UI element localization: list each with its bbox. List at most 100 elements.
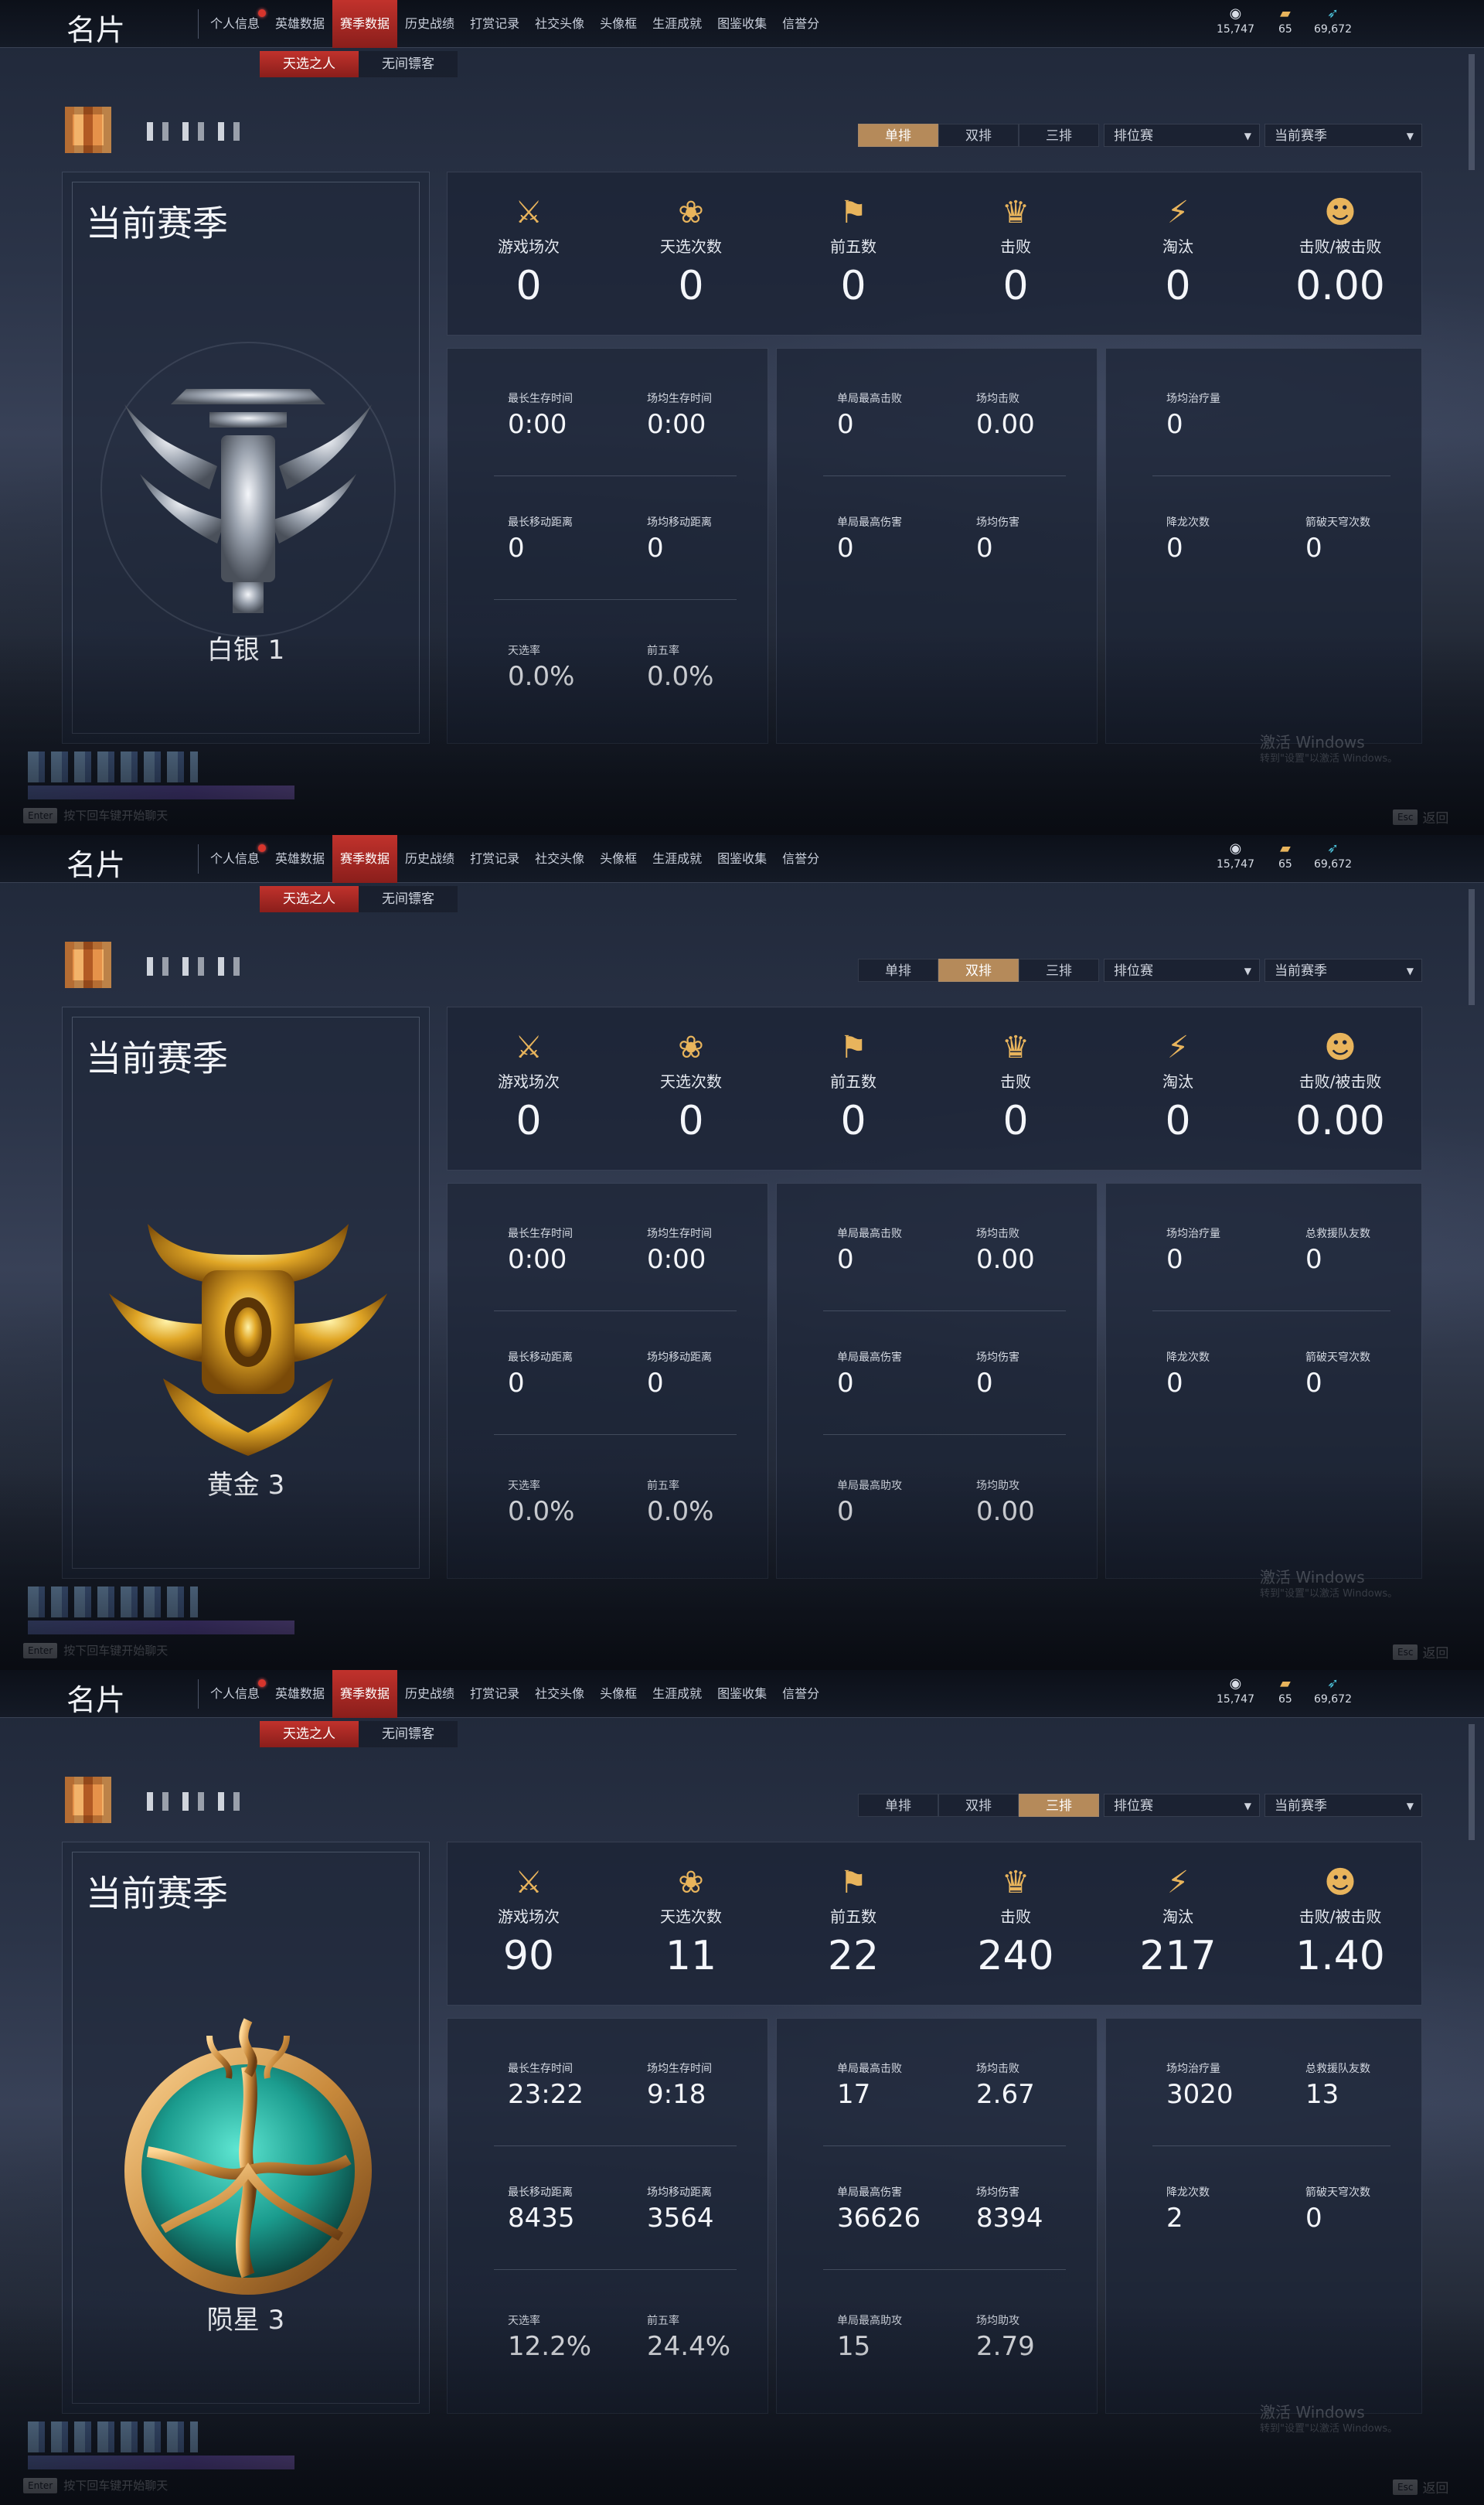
season-title: 当前赛季 <box>86 1873 228 1914</box>
activate-windows-watermark: 激活 Windows <box>1260 1568 1365 1586</box>
stat-label: 场均击败 <box>976 2063 1019 2075</box>
stat-cell: 场均治疗量 0 <box>1166 1225 1298 1275</box>
back-button[interactable]: Esc 返回 <box>1393 1642 1448 1661</box>
row-divider <box>823 1310 1066 1311</box>
tab-8[interactable]: 生涯成就 <box>645 1670 710 1718</box>
queue-button-2[interactable]: 双排 <box>938 1794 1019 1817</box>
queue-button-3[interactable]: 三排 <box>1019 124 1099 147</box>
mode-dropdown[interactable]: 排位赛 ▼ <box>1104 124 1260 147</box>
tab-9[interactable]: 图鉴收集 <box>710 1670 774 1718</box>
tab-7[interactable]: 头像框 <box>592 0 645 48</box>
stat-label: 场均击败 <box>976 393 1019 405</box>
tab-5[interactable]: 打赏记录 <box>462 1670 527 1718</box>
tab-3[interactable]: 赛季数据 <box>332 1670 398 1718</box>
stat-label: 场均生存时间 <box>647 2063 712 2075</box>
avatar[interactable] <box>65 107 111 153</box>
chat-hint: Enter 按下回车键开始聊天 <box>23 807 168 823</box>
chat-preview-pixelated <box>28 2422 294 2469</box>
mode-subtab-1[interactable]: 天选之人 <box>260 51 359 77</box>
tab-9[interactable]: 图鉴收集 <box>710 835 774 883</box>
tab-3[interactable]: 赛季数据 <box>332 835 398 883</box>
currency-silver: ◉ 15,747 <box>1217 840 1254 871</box>
queue-button-1[interactable]: 单排 <box>858 124 938 147</box>
tab-2[interactable]: 英雄数据 <box>267 835 332 883</box>
sword-banner-icon: ⚑ <box>839 1865 867 1900</box>
tab-1[interactable]: 个人信息 <box>203 0 267 48</box>
tab-9[interactable]: 图鉴收集 <box>710 0 774 48</box>
mode-dropdown[interactable]: 排位赛 ▼ <box>1104 1794 1260 1817</box>
stat-value: 0 <box>837 1496 854 1527</box>
queue-button-2[interactable]: 双排 <box>938 124 1019 147</box>
stat-label: 场均治疗量 <box>1166 2063 1220 2075</box>
summary-stat: ☻ 击败/被击败 1.40 <box>1259 1842 1421 2005</box>
summary-stat-label: 击败/被击败 <box>1298 1072 1382 1091</box>
tab-10[interactable]: 信誉分 <box>774 1670 827 1718</box>
scrollbar[interactable] <box>1469 889 1475 1005</box>
mode-subtab-2[interactable]: 无间镖客 <box>359 886 458 912</box>
queue-button-2[interactable]: 双排 <box>938 959 1019 982</box>
tab-7[interactable]: 头像框 <box>592 1670 645 1718</box>
stat-label: 最长生存时间 <box>508 2063 573 2075</box>
broken-blade-icon: ⚡ <box>1166 195 1190 230</box>
mode-subtab-1[interactable]: 天选之人 <box>260 886 359 912</box>
tab-1[interactable]: 个人信息 <box>203 1670 267 1718</box>
tab-2[interactable]: 英雄数据 <box>267 0 332 48</box>
queue-button-1[interactable]: 单排 <box>858 1794 938 1817</box>
stat-value: 0 <box>1305 2203 1322 2234</box>
tab-7[interactable]: 头像框 <box>592 835 645 883</box>
stat-cell: 最长生存时间 0:00 <box>508 390 639 440</box>
summary-stat-value: 0 <box>840 1098 866 1144</box>
tab-8[interactable]: 生涯成就 <box>645 0 710 48</box>
tab-10[interactable]: 信誉分 <box>774 835 827 883</box>
queue-button-3[interactable]: 三排 <box>1019 1794 1099 1817</box>
season-stats-screen: 名片 个人信息 英雄数据 赛季数据 历史战绩 打赏记录 社交头像 头像框 生涯成就 图鉴收集 信誉… <box>0 835 1484 1670</box>
mode-dropdown[interactable]: 排位赛 ▼ <box>1104 959 1260 982</box>
tab-4[interactable]: 历史战绩 <box>397 1670 462 1718</box>
mode-subtab-2[interactable]: 无间镖客 <box>359 1721 458 1747</box>
back-button[interactable]: Esc 返回 <box>1393 807 1448 826</box>
season-dropdown[interactable]: 当前赛季 ▼ <box>1264 1794 1422 1817</box>
tab-5[interactable]: 打赏记录 <box>462 0 527 48</box>
back-button[interactable]: Esc 返回 <box>1393 2477 1448 2496</box>
stat-cell: 前五率 0.0% <box>647 642 778 692</box>
stat-label: 最长生存时间 <box>508 393 573 405</box>
avatar[interactable] <box>65 942 111 988</box>
row-divider <box>823 2269 1066 2270</box>
tab-4[interactable]: 历史战绩 <box>397 835 462 883</box>
avatar[interactable] <box>65 1777 111 1823</box>
queue-button-3[interactable]: 三排 <box>1019 959 1099 982</box>
tab-6[interactable]: 社交头像 <box>527 0 592 48</box>
stat-value: 2.79 <box>976 2331 1035 2362</box>
currency-silver-value: 15,747 <box>1217 23 1254 36</box>
survival-stats-panel: 最长生存时间 0:00 场均生存时间 0:00 最长移动距离 0 场均移动距离 0 天选… <box>447 348 768 744</box>
rank-name: 白银 1 <box>206 635 285 666</box>
mode-dropdown-value: 排位赛 <box>1114 1798 1153 1814</box>
scrollbar[interactable] <box>1469 54 1475 170</box>
queue-button-1[interactable]: 单排 <box>858 959 938 982</box>
stat-value: 0 <box>1305 533 1322 564</box>
tab-10[interactable]: 信誉分 <box>774 0 827 48</box>
mode-subtab-2[interactable]: 无间镖客 <box>359 51 458 77</box>
season-dropdown[interactable]: 当前赛季 ▼ <box>1264 124 1422 147</box>
stat-cell: 天选率 0.0% <box>508 642 639 692</box>
stat-cell: 场均生存时间 9:18 <box>647 2060 778 2110</box>
tab-2[interactable]: 英雄数据 <box>267 1670 332 1718</box>
stat-cell: 单局最高伤害 36626 <box>837 2184 968 2234</box>
tab-5[interactable]: 打赏记录 <box>462 835 527 883</box>
summary-stat-label: 击败 <box>1000 1072 1031 1091</box>
stat-cell: 天选率 12.2% <box>508 2312 639 2362</box>
tab-6[interactable]: 社交头像 <box>527 1670 592 1718</box>
stat-value: 0 <box>976 533 993 564</box>
scrollbar[interactable] <box>1469 1724 1475 1840</box>
tab-4[interactable]: 历史战绩 <box>397 0 462 48</box>
season-dropdown[interactable]: 当前赛季 ▼ <box>1264 959 1422 982</box>
tab-3[interactable]: 赛季数据 <box>332 0 398 48</box>
row-divider <box>494 1310 737 1311</box>
stat-cell: 单局最高助攻 15 <box>837 2312 968 2362</box>
tab-8[interactable]: 生涯成就 <box>645 835 710 883</box>
season-title: 当前赛季 <box>86 1038 228 1079</box>
dropdown-arrow-icon: ▼ <box>1244 966 1251 976</box>
tab-6[interactable]: 社交头像 <box>527 835 592 883</box>
tab-1[interactable]: 个人信息 <box>203 835 267 883</box>
mode-subtab-1[interactable]: 天选之人 <box>260 1721 359 1747</box>
